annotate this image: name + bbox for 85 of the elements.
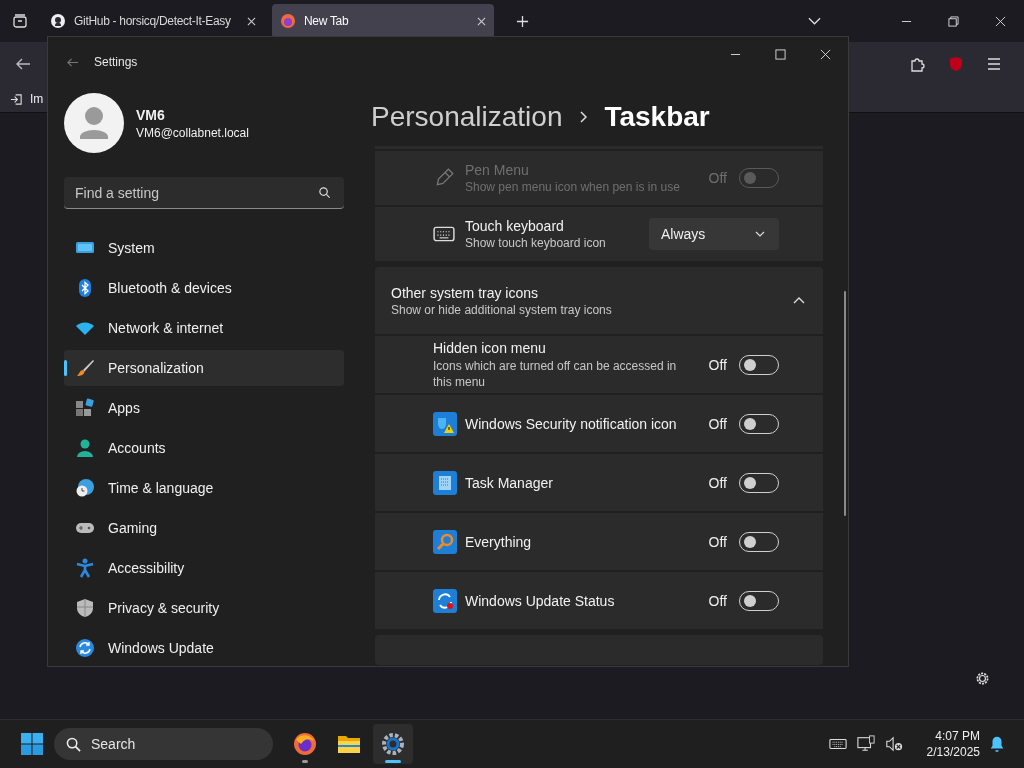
settings-icon[interactable] xyxy=(974,670,991,687)
browser-tab[interactable]: GitHub - horsicq/Detect-It-Easy xyxy=(42,4,264,38)
paintbrush-icon xyxy=(75,358,95,378)
setting-description: Icons which are turned off can be accessed in this menu xyxy=(433,357,678,390)
accessibility-icon xyxy=(75,558,95,578)
gear-app-button[interactable] xyxy=(373,724,413,764)
shield-warning-icon xyxy=(433,411,457,436)
person-icon xyxy=(75,438,95,458)
toggle-state: Off xyxy=(708,415,727,432)
nav-item[interactable]: Windows Update xyxy=(64,630,344,666)
setting-title: Pen Menu xyxy=(465,162,530,178)
puzzle-icon[interactable] xyxy=(910,56,926,72)
close-icon[interactable] xyxy=(995,15,1006,27)
setting-title: Windows Update Status xyxy=(465,592,616,609)
shield-icon xyxy=(75,598,95,618)
avatar xyxy=(64,93,124,153)
nav-item[interactable]: Apps xyxy=(64,390,344,426)
refresh-icon xyxy=(75,638,95,658)
setting-title: Everything xyxy=(465,533,533,550)
scrollbar[interactable] xyxy=(844,291,846,516)
bookmark-item[interactable]: Im xyxy=(10,92,44,106)
browser-tab[interactable]: New Tab xyxy=(272,4,494,38)
clock-date[interactable]: 2/13/2025 xyxy=(926,744,980,760)
maximize-icon[interactable] xyxy=(775,49,786,60)
browser-logo-icon xyxy=(280,13,296,29)
dropdown[interactable]: Always xyxy=(649,218,779,250)
import-icon xyxy=(10,92,23,106)
close-icon[interactable] xyxy=(820,49,831,60)
gear-icon xyxy=(381,732,405,756)
nav-item[interactable]: Accounts xyxy=(64,430,344,466)
close-icon[interactable] xyxy=(247,16,256,26)
bookmark-label: Im xyxy=(30,92,44,106)
chevron-down-icon[interactable] xyxy=(808,17,821,25)
nav-item[interactable]: Time & language xyxy=(64,470,344,506)
section-header[interactable]: Other system tray icons Show or hide additional system tray icons xyxy=(375,267,823,334)
restore-icon[interactable] xyxy=(948,15,959,27)
nav-item[interactable]: Bluetooth & devices xyxy=(64,270,344,306)
setting-title: Task Manager xyxy=(465,474,554,491)
search-icon xyxy=(318,186,331,199)
setting-title: Windows Security notification icon xyxy=(465,415,678,432)
setting-title: Hidden icon menu xyxy=(433,339,547,356)
nav-item[interactable]: Privacy & security xyxy=(64,590,344,626)
browser-logo-icon xyxy=(293,732,317,756)
setting-description: Show touch keyboard icon xyxy=(465,236,607,250)
windows-logo-icon[interactable] xyxy=(20,732,44,756)
breadcrumb-parent[interactable]: Personalization xyxy=(371,100,563,133)
menu-icon[interactable] xyxy=(986,56,1002,72)
nav-item[interactable]: Network & internet xyxy=(64,310,344,346)
clock-time[interactable]: 4:07 PM xyxy=(935,728,980,744)
back-arrow-icon[interactable] xyxy=(15,56,31,72)
close-icon[interactable] xyxy=(477,16,486,26)
chevron-down-icon xyxy=(755,231,765,237)
apps-icon xyxy=(75,398,95,418)
sync-icon xyxy=(433,588,457,613)
task-manager-icon xyxy=(433,470,457,495)
toggle-state: Off xyxy=(708,170,727,186)
network-monitor-icon[interactable] xyxy=(856,735,875,753)
section-title: Other system tray icons xyxy=(391,284,540,301)
chevron-right-icon xyxy=(579,110,588,123)
search-icon xyxy=(66,736,81,752)
tab-list-icon[interactable] xyxy=(12,13,28,29)
toggle-state: Off xyxy=(708,533,727,550)
github-icon xyxy=(50,13,66,29)
setting-description: Show pen menu icon when pen is in use xyxy=(465,180,681,194)
search-field[interactable]: Find a setting xyxy=(64,177,344,209)
user-email: VM6@collabnet.local xyxy=(136,125,249,140)
toggle-state: Off xyxy=(708,592,727,609)
nav-item[interactable]: Gaming xyxy=(64,510,344,546)
magnifier-icon xyxy=(433,529,457,554)
new-tab-icon[interactable] xyxy=(516,14,529,28)
setting-title: Touch keyboard xyxy=(465,218,565,234)
page-title: Taskbar xyxy=(604,100,710,133)
nav-item[interactable]: Personalization xyxy=(64,350,344,386)
taskbar-search[interactable]: Search xyxy=(54,728,273,760)
chevron-up-icon xyxy=(793,297,805,304)
user-name: VM6 xyxy=(136,106,166,123)
nav-item[interactable]: Accessibility xyxy=(64,550,344,586)
globe-clock-icon xyxy=(75,478,95,498)
nav-item[interactable]: System xyxy=(64,230,344,266)
toggle-state: Off xyxy=(708,356,727,373)
toggle-state: Off xyxy=(708,474,727,491)
section-description: Show or hide additional system tray icons xyxy=(391,302,613,317)
window-title: Settings xyxy=(94,55,138,69)
speaker-muted-icon[interactable] xyxy=(884,735,903,753)
bell-icon[interactable] xyxy=(988,735,1006,753)
